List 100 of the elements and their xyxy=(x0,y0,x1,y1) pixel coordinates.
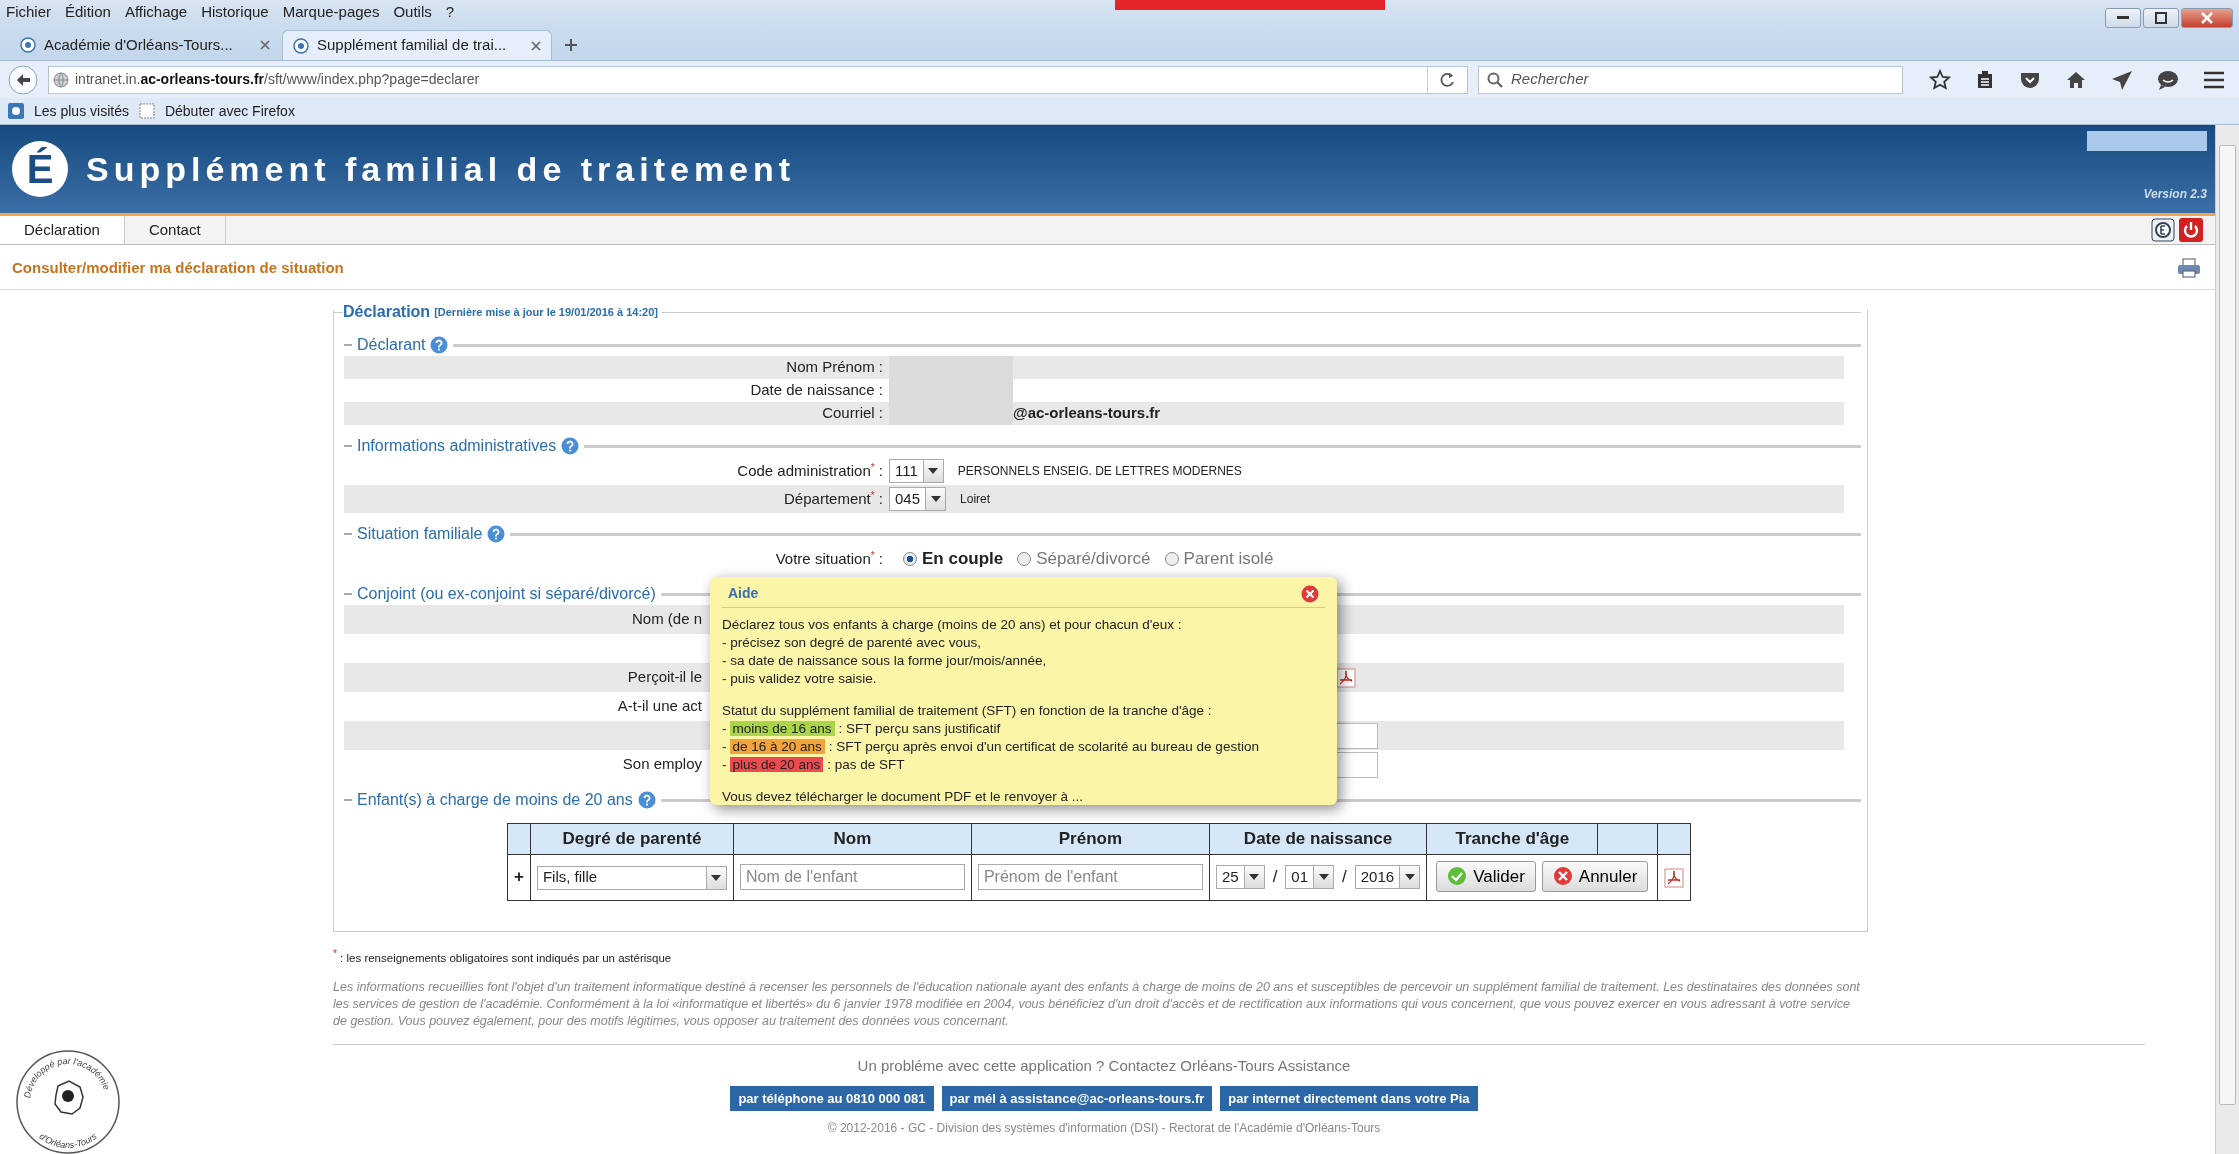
caret-icon xyxy=(1318,874,1329,881)
menu-icon[interactable] xyxy=(2203,70,2225,89)
minimize-icon xyxy=(2117,16,2129,20)
academy-logo-icon[interactable] xyxy=(2151,217,2175,242)
date-separator: / xyxy=(1272,866,1278,889)
menu-item[interactable]: ? xyxy=(445,1,455,24)
url-text: intranet.in.ac-orleans-tours.fr/sft/www/index.php?page=declarer xyxy=(75,70,481,89)
help-icon[interactable] xyxy=(637,791,656,809)
help-icon[interactable] xyxy=(430,336,449,354)
radio-option[interactable]: Séparé/divorcé xyxy=(1017,546,1151,572)
scrollbar[interactable] xyxy=(2215,125,2239,1154)
help-icon[interactable] xyxy=(561,437,580,455)
caret-icon xyxy=(1404,874,1415,881)
copyright-text: © 2012-2016 - GC - Division des systèmes d'information (DSI) - Rectorat de l'Académie d'Orléans-Tours xyxy=(827,1120,1381,1137)
clipboard-icon[interactable] xyxy=(1975,69,1995,90)
dropdown[interactable]: 25 xyxy=(1215,865,1265,890)
radio-button[interactable] xyxy=(1017,552,1032,566)
action-button[interactable]: Valider xyxy=(1436,860,1536,892)
browser-tab[interactable]: Supplément familial de trai... xyxy=(282,30,552,60)
field-label: Courriel : xyxy=(821,403,884,424)
field-label: Nom Prénom : xyxy=(785,357,884,378)
close-icon xyxy=(2201,12,2213,24)
maximize-button[interactable] xyxy=(2143,8,2179,28)
menu-item[interactable]: Édition xyxy=(65,1,111,24)
field-value: @ac-orleans-tours.fr xyxy=(1013,403,1161,424)
field-label: Département$^{*}$ : xyxy=(783,488,884,509)
contact-link[interactable]: par internet directement dans votre Pia xyxy=(1220,1085,1478,1111)
app-logo: É xyxy=(12,141,68,198)
help-text: - puis validez votre saisie. xyxy=(722,670,878,688)
tab-favicon-icon xyxy=(20,37,36,53)
help-text: Statut du supplément familial de traitement (SFT) en fonction de la tranche d'âge : xyxy=(722,702,1213,720)
close-icon[interactable] xyxy=(531,40,541,51)
url-bar[interactable]: intranet.in.ac-orleans-tours.fr/sft/www/index.php?page=declarer xyxy=(48,65,1468,94)
browser-tab[interactable]: Académie d'Orléans-Tours... xyxy=(10,30,280,60)
app-title: Supplément familial de traitement xyxy=(86,148,796,190)
nav-tab[interactable]: Déclaration xyxy=(0,216,125,244)
version-label: Version 2.3 xyxy=(2143,186,2207,204)
paper-plane-icon[interactable] xyxy=(2111,69,2133,90)
help-text: - plus de 20 ans : pas de SFT xyxy=(722,756,906,774)
dropdown[interactable]: 045 xyxy=(889,487,947,511)
help-text: Déclarez tous vos enfants à charge (moins de 20 ans) et pour chacun d'eux : xyxy=(722,616,1183,634)
bookmark-link[interactable]: Débuter avec Firefox xyxy=(164,100,295,122)
power-icon[interactable] xyxy=(2179,217,2203,242)
column-header: Date de naissance xyxy=(1209,823,1427,854)
printer-icon[interactable] xyxy=(2177,257,2201,278)
chat-icon[interactable] xyxy=(2157,69,2179,90)
field-label: Perçoit-il le xyxy=(626,667,702,688)
dropdown[interactable]: 111 xyxy=(889,459,944,483)
close-icon[interactable] xyxy=(260,40,270,50)
contact-link[interactable]: par mél à assistance@ac-orleans-tours.fr xyxy=(941,1085,1213,1111)
star-icon[interactable] xyxy=(1929,68,1951,91)
home-icon[interactable] xyxy=(2065,69,2087,90)
legal-notice: Les informations recueillies font l'objet d'un traitement informatique destiné à recenser les personnels de l'éducation nationale ayant des enfants à charge de moins de 20 ans et susceptibles de percevoir un supplément familial de traitement. Les destinataires des données sont les services de gestion de l'académie. Conformément à la loi «informatique et libertés» du 6 janvier 1978 modifiée en 2004, vous bénéficiez d'un droit d'accès et de rectification aux informations qui vous concernent, que vous pouvez exercer en vous adressant à votre service de gestion. Vous pouvez également, pour des motifs légitimes, vous opposer au traitement des données vous concernant. xyxy=(333,979,1861,1030)
search-field[interactable]: Rechercher xyxy=(1478,65,1903,94)
maximize-icon xyxy=(2155,12,2167,24)
field-label: Votre situation$^{*}$ : xyxy=(774,548,884,569)
menu-item[interactable]: Affichage xyxy=(124,1,188,24)
menu-item[interactable]: Outils xyxy=(393,1,432,24)
pdf-icon[interactable] xyxy=(1336,667,1356,688)
nav-tab[interactable]: Contact xyxy=(124,216,226,244)
close-icon[interactable] xyxy=(1301,584,1319,603)
menu-item[interactable]: Fichier xyxy=(6,1,51,24)
help-text: - de 16 à 20 ans : SFT perçu après envoi d'un certificat de scolarité au bureau de gestion xyxy=(722,738,1260,756)
scrollbar-thumb[interactable] xyxy=(2219,145,2236,1105)
input-field[interactable] xyxy=(1336,722,1378,749)
input-field[interactable]: Prénom de l'enfant xyxy=(977,864,1203,891)
caret-icon xyxy=(928,468,939,474)
contact-link[interactable]: par téléphone au 0810 000 081 xyxy=(730,1085,934,1111)
new-tab-icon[interactable] xyxy=(564,38,578,52)
section-legend: Déclarant xyxy=(357,333,426,357)
input-field[interactable] xyxy=(1336,751,1378,778)
field-description: PERSONNELS ENSEIG. DE LETTRES MODERNES xyxy=(957,463,1242,480)
help-icon[interactable] xyxy=(487,525,506,543)
back-button[interactable] xyxy=(8,64,38,95)
page-title: Consulter/modifier ma déclaration de situation xyxy=(12,257,344,278)
menu-item[interactable]: Historique xyxy=(201,1,269,24)
date-separator: / xyxy=(1342,866,1347,889)
column-header: Nom xyxy=(733,823,972,854)
dropdown[interactable]: 01 xyxy=(1285,865,1335,890)
pdf-icon[interactable] xyxy=(1664,867,1685,888)
radio-option[interactable]: Parent isolé xyxy=(1164,546,1274,572)
caret-icon xyxy=(1249,874,1260,881)
dropdown[interactable]: 2016 xyxy=(1354,865,1421,890)
close-button[interactable] xyxy=(2181,8,2233,28)
bookmark-link[interactable]: Les plus visités xyxy=(34,100,129,122)
cancel-icon xyxy=(1552,866,1573,887)
field-label: Code administration$^{*}$ : xyxy=(736,460,884,481)
menu-item[interactable]: Marque-pages xyxy=(282,1,380,24)
field-label: Date de naissance : xyxy=(749,380,884,401)
minimize-button[interactable] xyxy=(2105,8,2141,28)
input-field[interactable]: Nom de l'enfant xyxy=(739,864,965,891)
add-row-button[interactable]: + xyxy=(514,867,524,887)
action-button[interactable]: Annuler xyxy=(1541,860,1649,892)
field-label: A-t-il une act xyxy=(616,696,702,717)
dropdown[interactable]: Fils, fille xyxy=(536,865,727,890)
tab-favicon-icon xyxy=(293,37,309,54)
radio-button[interactable] xyxy=(1164,552,1179,566)
radio-button[interactable] xyxy=(903,552,917,566)
help-text: - sa date de naissance sous la forme jour/mois/année, xyxy=(722,652,1048,670)
radio-option[interactable]: En couple xyxy=(903,546,1004,572)
